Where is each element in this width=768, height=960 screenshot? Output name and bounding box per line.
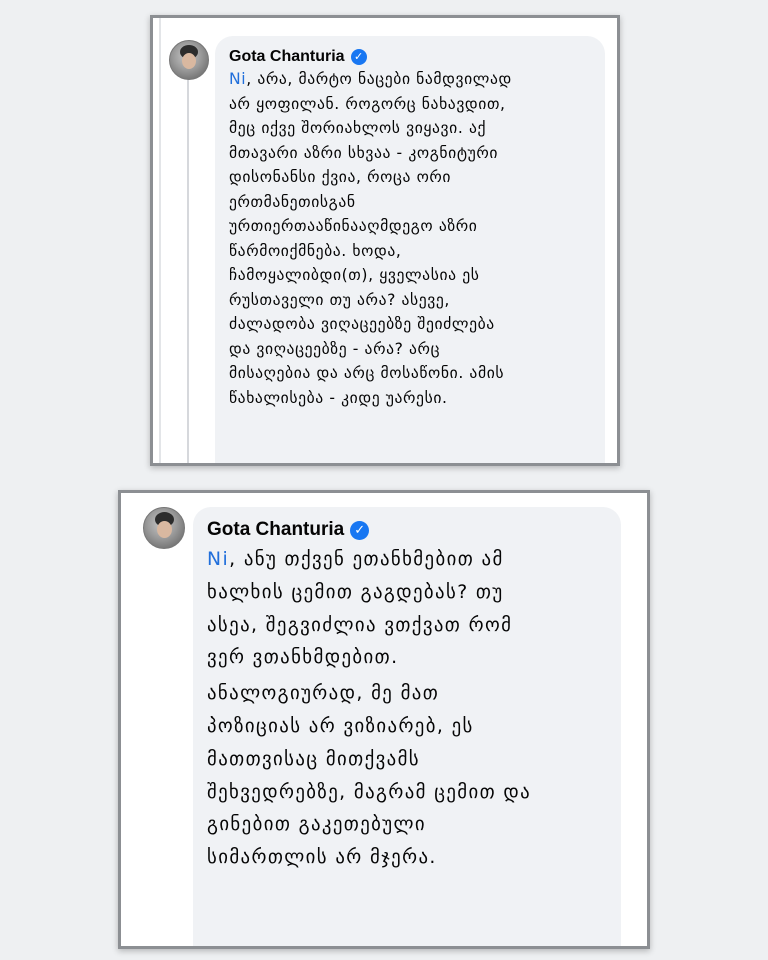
verified-check-icon: ✓ (350, 49, 367, 65)
comment-text-paragraph-1: Ni, ანუ თქვენ ეთანხმებით ამ ხალხის ცემით… (207, 544, 607, 675)
mention-link[interactable]: Ni (229, 70, 246, 88)
comment-screenshot-2: Gota Chanturia ✓ Ni, ანუ თქვენ ეთანხმები… (118, 490, 650, 949)
comment-bubble: Gota Chanturia ✓ Ni, არა, მარტო ნაცები ნ… (215, 36, 605, 463)
comment-body: , არა, მარტო ნაცები ნამდვილად არ ყოფილან… (229, 70, 512, 407)
avatar[interactable] (169, 40, 209, 80)
author-name[interactable]: Gota Chanturia (229, 48, 345, 66)
avatar-face (182, 53, 196, 69)
avatar-face (157, 521, 172, 538)
verified-check-icon: ✓ (350, 520, 370, 540)
comment-bubble: Gota Chanturia ✓ Ni, ანუ თქვენ ეთანხმები… (193, 507, 621, 946)
comment-text-paragraph-2: ანალოგიურად, მე მათ პოზიციას არ ვიზიარებ… (207, 683, 532, 869)
reply-thread-line (187, 76, 189, 463)
avatar[interactable] (143, 507, 185, 549)
author-name[interactable]: Gota Chanturia (207, 519, 344, 541)
mention-link[interactable]: Ni (207, 549, 229, 570)
comment-screenshot-1: Gota Chanturia ✓ Ni, არა, მარტო ნაცები ნ… (150, 15, 620, 466)
author-row: Gota Chanturia ✓ (207, 519, 607, 541)
comment-text: Ni, არა, მარტო ნაცები ნამდვილად არ ყოფილ… (229, 67, 591, 410)
author-row: Gota Chanturia ✓ (229, 48, 591, 66)
comment-body-1: , ანუ თქვენ ეთანხმებით ამ ხალხის ცემით გ… (207, 549, 513, 669)
thread-line (159, 18, 161, 463)
